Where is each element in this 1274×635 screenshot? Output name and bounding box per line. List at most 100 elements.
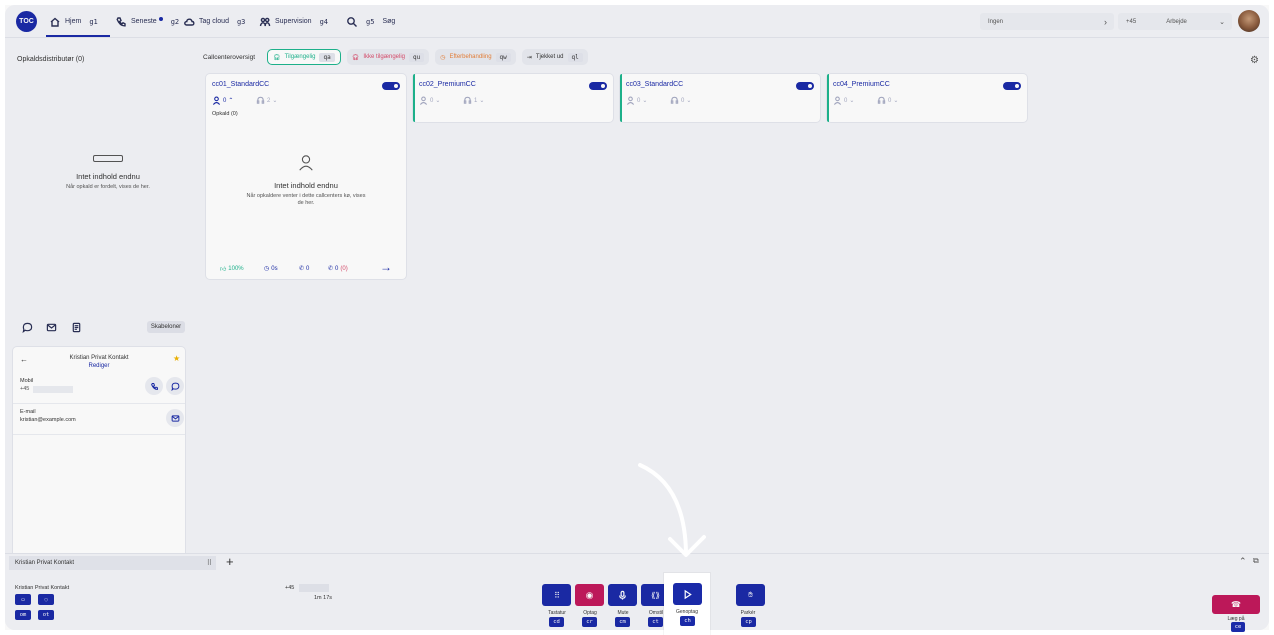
cloud-icon <box>184 17 195 26</box>
keypad-shortcut: cd <box>549 617 564 627</box>
agent-count-value: 0 <box>637 97 641 104</box>
queue-count[interactable]: 2 ⌄ <box>256 96 277 105</box>
toc-logo[interactable]: TOC <box>16 11 37 32</box>
chevron-up-icon: ⌃ <box>228 98 234 104</box>
mobile-redacted <box>33 386 73 393</box>
park-button[interactable]: ✋︎ <box>736 584 765 606</box>
edit-contact-link[interactable]: Rediger <box>13 363 185 369</box>
nav-tag-cloud[interactable]: Tag cloud g3 <box>183 5 245 38</box>
chat-icon <box>170 382 179 391</box>
chat-button[interactable]: ◌ <box>38 594 54 605</box>
filter-checked-out[interactable]: ⇥ Tjekket ud ql <box>521 49 588 65</box>
transfer-icon: ⟪⟫ <box>651 590 660 600</box>
queue-count[interactable]: 0 ⌄ <box>670 96 691 105</box>
agent-count[interactable]: 0 ⌄ <box>626 96 647 105</box>
filter-after-processing[interactable]: ◷ Efterbehandling qw <box>435 49 516 65</box>
sms-mobile-button[interactable] <box>166 377 184 395</box>
agent-count-value: 0 <box>844 97 848 104</box>
chevron-down-icon: ⌄ <box>849 98 855 104</box>
keypad-button[interactable]: ⠿ <box>542 584 571 606</box>
chat-tab[interactable] <box>19 320 35 334</box>
active-call-number: +45 <box>285 585 295 591</box>
calendar-button[interactable]: ▭ <box>15 594 31 605</box>
mail-tab[interactable] <box>43 320 59 334</box>
settings-icon[interactable]: ⚙ <box>1250 55 1259 66</box>
filter-after-processing-key: qw <box>495 52 511 62</box>
transfer-shortcut: ct <box>648 617 663 627</box>
filter-available[interactable]: 🎧︎ Tilgængelig qa <box>267 49 341 65</box>
nav-search[interactable]: g5 Søg <box>346 5 395 38</box>
empty-title: Intet indhold endnu <box>76 172 140 181</box>
status-accent <box>827 74 829 122</box>
callcenter-card-cc01[interactable]: cc01_StandardCC 0 ⌃ 2 ⌄ Opkald (0) Intet i… <box>206 74 406 279</box>
mute-button[interactable] <box>608 584 637 606</box>
queue-count[interactable]: 1 ⌄ <box>463 96 484 105</box>
add-tab-button[interactable]: + <box>226 554 234 569</box>
chevron-up-icon[interactable]: ⌃ <box>1239 556 1247 567</box>
headset-icon <box>256 96 265 104</box>
star-icon[interactable]: ★ <box>173 354 180 363</box>
work-status-select[interactable]: +45 Arbejde ⌄ <box>1118 13 1232 30</box>
agent-count-value: 0 <box>430 97 434 104</box>
number-redacted <box>299 584 329 592</box>
email-label: E-mail <box>20 409 36 415</box>
phone-missed-icon: ✆ <box>328 266 334 272</box>
person-icon <box>626 96 635 105</box>
transfer-button[interactable]: ⟪⟫ <box>641 584 670 606</box>
nav-supervision-label: Supervision <box>275 18 312 25</box>
callcenter-toggle[interactable] <box>796 82 814 90</box>
record-button[interactable]: ◉ <box>575 584 604 606</box>
calls-handled: ✆ 0 <box>299 265 310 273</box>
headset-icon <box>670 96 679 104</box>
inbox-icon <box>93 155 123 162</box>
mute-shortcut: cm <box>615 617 630 627</box>
callcenter-card-cc02[interactable]: cc02_PremiumCC 0 ⌄ 1 ⌄ <box>413 74 613 122</box>
mic-icon <box>619 590 626 600</box>
nav-home-label: Hjem <box>65 18 82 25</box>
mobile-value: +45 <box>20 386 30 392</box>
notes-tab[interactable] <box>68 320 84 334</box>
nav-recent[interactable]: Seneste g2 <box>115 5 179 38</box>
hangup-button[interactable]: ☎︎ <box>1212 595 1260 614</box>
nav-supervision[interactable]: Supervision g4 <box>259 5 328 38</box>
calls-handled-value: 0 <box>306 265 310 272</box>
callcenter-card-cc03[interactable]: cc03_StandardCC 0 ⌄ 0 ⌄ <box>620 74 820 122</box>
call-duration: 1m 17s <box>314 595 333 601</box>
callcenter-name: cc03_StandardCC <box>626 81 684 88</box>
status-accent <box>413 74 415 122</box>
queue-count[interactable]: 0 ⌄ <box>877 96 898 105</box>
mail-icon <box>46 323 56 331</box>
agent-count[interactable]: 0 ⌃ <box>212 96 233 105</box>
calendar-icon: ▭ <box>21 596 25 603</box>
popout-icon[interactable]: ⧉ <box>1253 556 1259 566</box>
callcenter-toggle[interactable] <box>589 82 607 90</box>
nav-home[interactable]: Hjem g1 <box>49 5 98 38</box>
queue-count-value: 2 <box>267 97 271 104</box>
chevron-down-icon: ⌄ <box>686 98 692 104</box>
chat-shortcut: ot <box>38 610 54 620</box>
callcenter-card-cc04[interactable]: cc04_PremiumCC 0 ⌄ 0 ⌄ <box>827 74 1027 122</box>
agent-count[interactable]: 0 ⌄ <box>419 96 440 105</box>
chevron-down-icon: ⌄ <box>479 98 485 104</box>
nav-recent-shortcut: g2 <box>170 17 180 26</box>
templates-button[interactable]: Skabeloner <box>147 321 185 333</box>
email-button[interactable] <box>166 409 184 427</box>
arrow-right-icon[interactable]: → <box>380 260 392 274</box>
park-icon: ✋︎ <box>748 590 753 599</box>
headset-icon: 🎧︎ <box>273 54 281 61</box>
thumbs-up-icon: 👍︎ <box>220 267 227 273</box>
user-avatar[interactable] <box>1238 10 1260 32</box>
status-select[interactable]: Ingen › <box>980 13 1114 30</box>
agent-count[interactable]: 0 ⌄ <box>833 96 854 105</box>
supervision-icon <box>259 17 271 26</box>
contact-tab[interactable]: Kristian Privat Kontakt ⠿ <box>9 556 216 570</box>
search-icon <box>347 16 357 27</box>
filter-unavailable[interactable]: 🎧︎ Ikke tilgængelig qu <box>346 49 430 65</box>
headset-off-icon: 🎧︎ <box>351 54 360 61</box>
call-mobile-button[interactable] <box>145 377 163 395</box>
record-shortcut: cr <box>582 617 597 627</box>
callcenter-toggle[interactable] <box>382 82 400 90</box>
callcenter-toggle[interactable] <box>1003 82 1021 90</box>
transfer-label: Omstil <box>648 610 664 616</box>
queue-count-value: 1 <box>474 97 478 104</box>
